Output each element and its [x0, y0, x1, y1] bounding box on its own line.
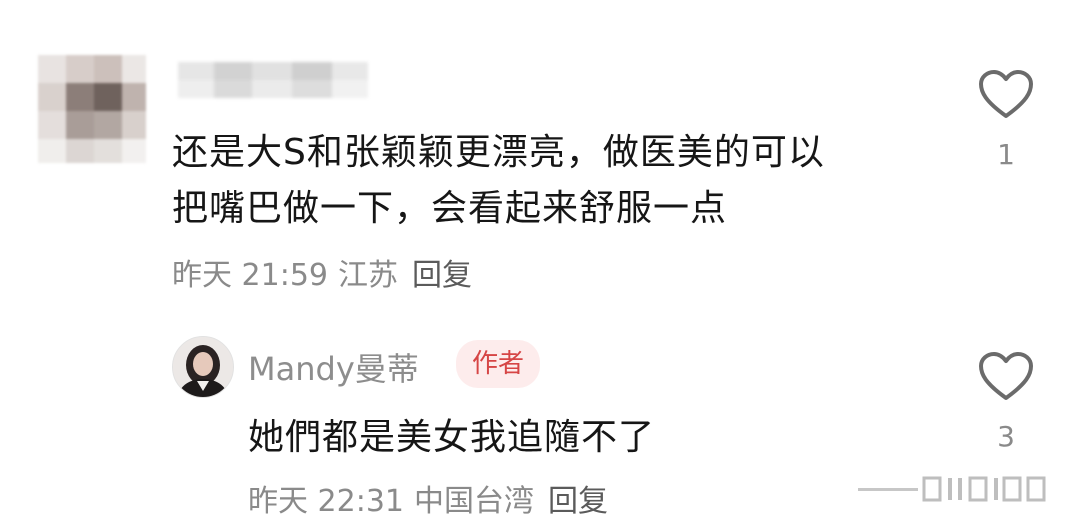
reply-meta: 昨天 22:31 中国台湾 回复 [248, 476, 608, 520]
heart-outline-icon [979, 70, 1033, 118]
reply-button[interactable]: 回复 [412, 258, 472, 293]
like-count: 3 [997, 420, 1015, 453]
comment-time: 昨天 21:59 [172, 258, 328, 293]
author-badge: 作者 [456, 340, 541, 388]
comment-text-line: 还是大S和张颖颖更漂亮，做医美的可以 [172, 132, 825, 173]
username-redacted[interactable] [178, 62, 368, 98]
like-button[interactable]: 3 [976, 352, 1036, 453]
avatar[interactable] [38, 55, 146, 163]
user-photo-icon [173, 337, 233, 397]
heart-outline-icon [979, 352, 1033, 400]
reply-text: 她們都是美女我追隨不了 [248, 417, 656, 458]
comment-text: 还是大S和张颖颖更漂亮，做医美的可以 把嘴巴做一下，会看起来舒服一点 [172, 125, 932, 237]
like-count: 1 [997, 138, 1015, 171]
like-button[interactable]: 1 [976, 70, 1036, 171]
comment-meta: 昨天 21:59 江苏 回复 [172, 250, 472, 294]
reply-username[interactable]: Mandy曼蒂 [248, 344, 419, 390]
watermark-logo [858, 476, 1046, 502]
avatar[interactable] [172, 336, 234, 398]
comment-location: 江苏 [338, 258, 398, 293]
comment-text-line: 把嘴巴做一下，会看起来舒服一点 [172, 188, 728, 229]
